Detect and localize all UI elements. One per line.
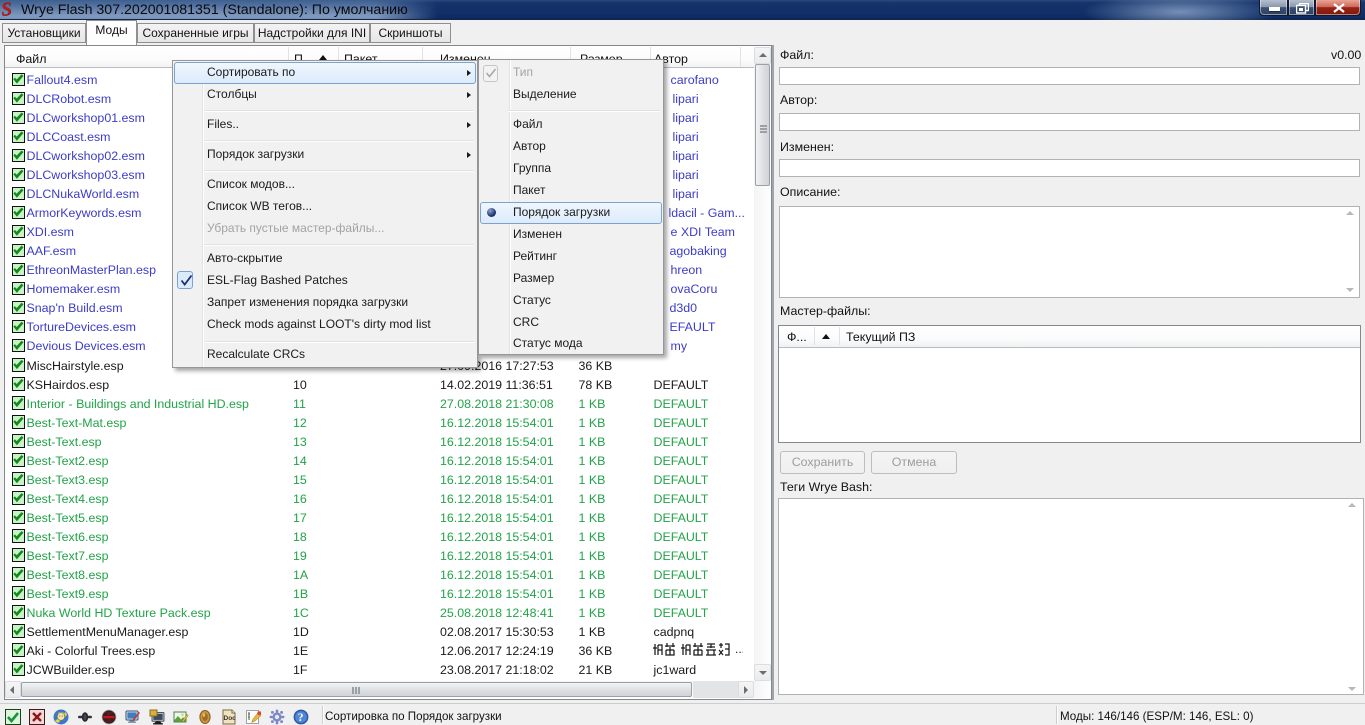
- svg-text:Doc: Doc: [223, 715, 236, 722]
- svg-text:?: ?: [297, 712, 303, 724]
- svg-text:...: ...: [735, 642, 743, 656]
